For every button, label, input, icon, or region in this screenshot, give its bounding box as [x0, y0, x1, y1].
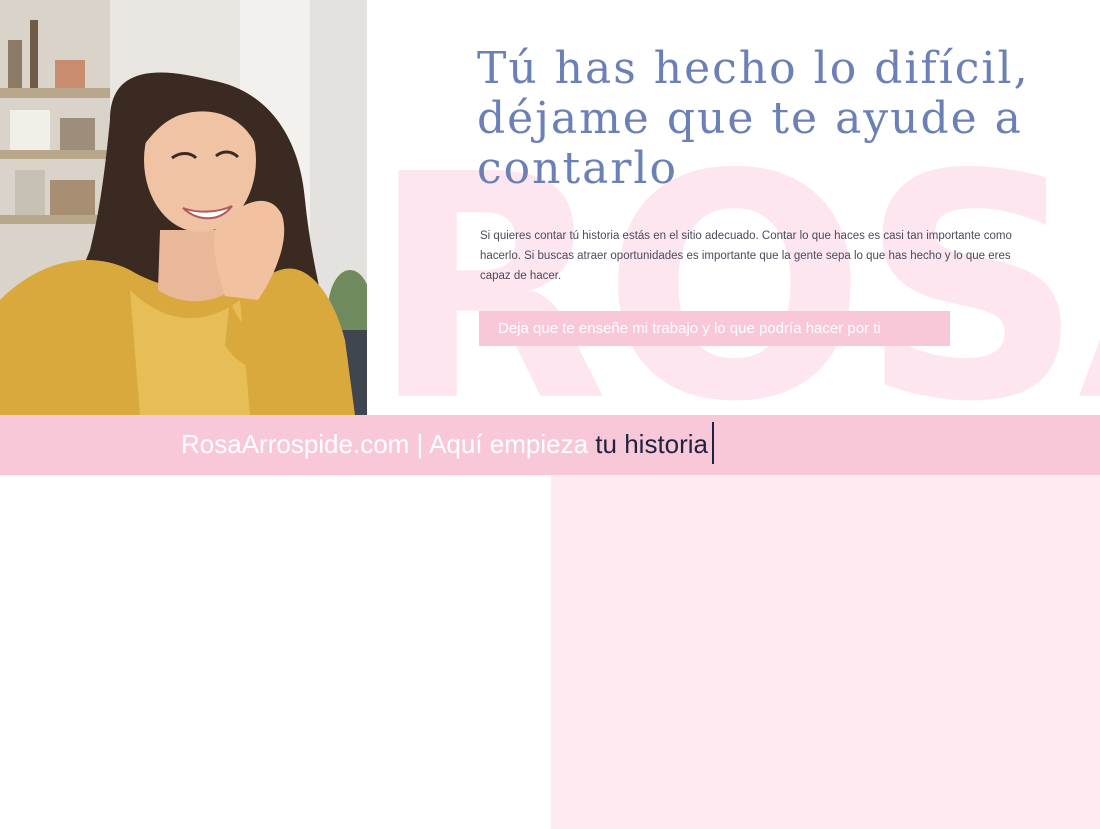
tagline-banner: RosaArrospide.com | Aquí empieza tu hist… [0, 415, 1100, 475]
hero-section: ROSA [0, 0, 1100, 415]
hero-headline: Tú has hecho lo difícil, déjame que te a… [477, 43, 1030, 194]
landing-page: ROSA [0, 0, 1100, 829]
hero-intro-text: Si quieres contar tú historia estás en e… [480, 230, 1012, 282]
lower-section [0, 475, 1100, 829]
tagline-prefix: RosaArrospide.com | Aquí empieza [181, 429, 596, 459]
portrait-photo [0, 0, 367, 415]
pink-content-panel [551, 475, 1100, 829]
tagline-highlight: tu historia [595, 429, 709, 459]
typing-cursor [712, 422, 715, 465]
tagline-text: RosaArrospide.com | Aquí empieza tu hist… [181, 422, 715, 465]
portfolio-cta-button[interactable]: Deja que te enseñe mi trabajo y lo que p… [479, 311, 950, 346]
